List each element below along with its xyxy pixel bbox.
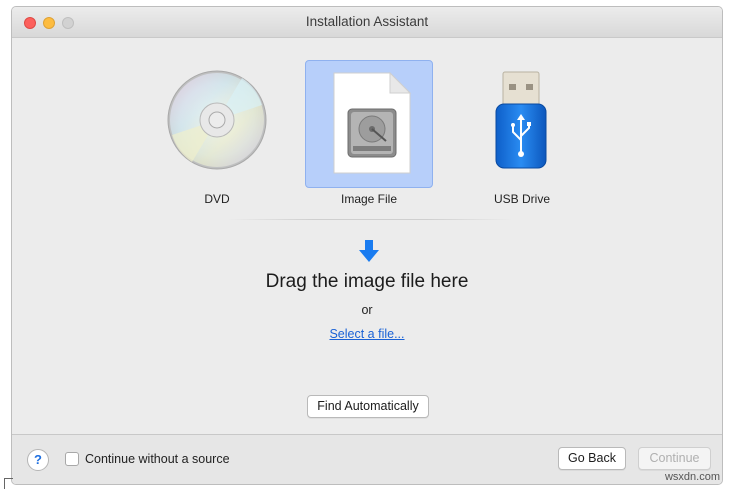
usb-drive-label: USB Drive	[493, 192, 550, 206]
continue-without-source-label[interactable]: Continue without a source	[85, 452, 230, 466]
main-content: DVD Image File USB Drive Drag the image …	[12, 38, 722, 434]
drop-zone-heading: Drag the image file here	[265, 271, 469, 292]
dvd-source-option[interactable]	[153, 60, 281, 188]
crop-mark	[4, 478, 13, 489]
continue-button[interactable]: Continue	[638, 447, 711, 470]
dvd-label: DVD	[204, 192, 230, 206]
arrow-down-icon	[359, 240, 379, 262]
select-file-link[interactable]: Select a file...	[12, 327, 722, 341]
usb-drive-source-option[interactable]	[458, 60, 586, 188]
find-automatically-button[interactable]: Find Automatically	[307, 395, 429, 418]
go-back-button[interactable]: Go Back	[558, 447, 626, 470]
footer-bar: ? Continue without a source Go Back Cont…	[12, 434, 722, 484]
or-text: or	[361, 303, 373, 317]
image-file-source-option[interactable]	[305, 60, 433, 188]
installation-assistant-window: Installation Assistant DVD Image File US…	[11, 6, 723, 485]
image-file-label: Image File	[340, 192, 398, 206]
window-title: Installation Assistant	[305, 14, 429, 29]
continue-without-source-checkbox[interactable]	[65, 452, 79, 466]
usb-drive-icon	[495, 71, 547, 169]
title-bar: Installation Assistant	[12, 7, 722, 38]
divider	[227, 219, 513, 220]
disk-image-file-icon	[333, 71, 412, 174]
watermark: wsxdn.com	[664, 471, 720, 483]
dvd-icon	[167, 70, 267, 170]
help-button[interactable]: ?	[27, 449, 49, 471]
